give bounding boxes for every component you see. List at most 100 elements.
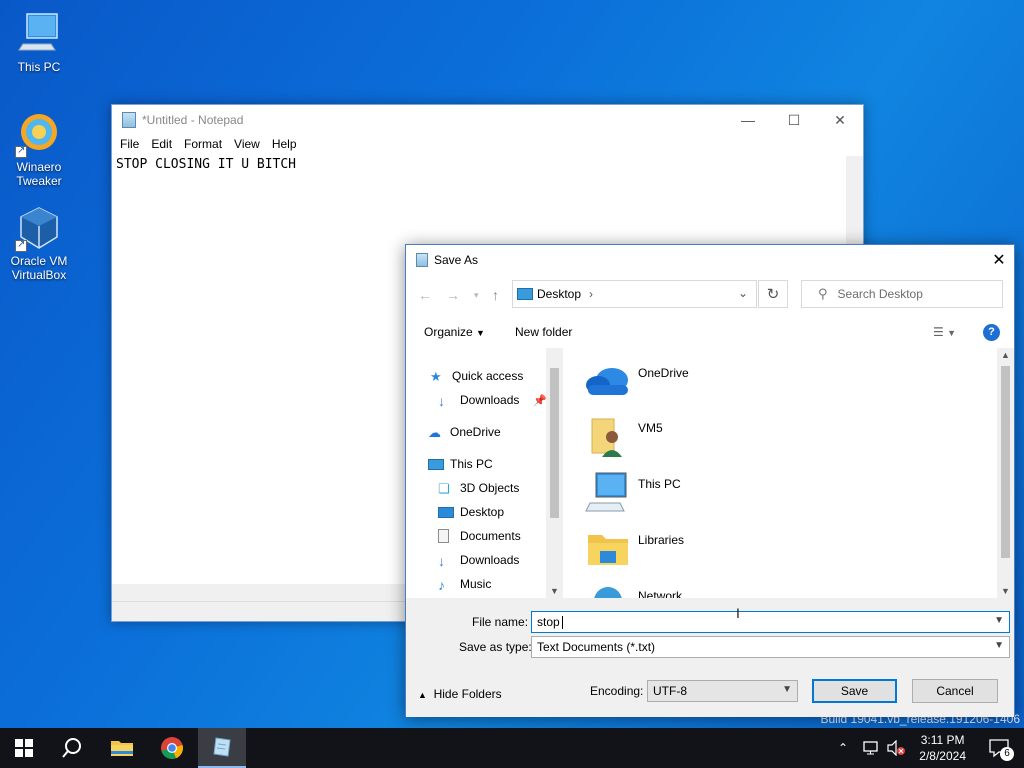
action-center-button[interactable]: 6 [988, 737, 1014, 761]
back-arrow-icon[interactable]: ← [418, 287, 432, 303]
notepad-text-area[interactable]: STOP CLOSING IT U BITCH [116, 157, 296, 172]
nav-item-onedrive[interactable]: ☁ OneDrive [428, 422, 501, 442]
virtualbox-icon [15, 204, 63, 252]
forward-arrow-icon[interactable]: → [446, 287, 460, 303]
save-button[interactable]: Save [812, 679, 897, 703]
network-tray-icon[interactable] [862, 728, 880, 768]
network-icon [584, 583, 632, 598]
notification-count: 6 [1000, 747, 1014, 761]
save-as-type-select[interactable]: Text Documents (*.txt) ▼ [531, 636, 1010, 658]
computer-icon [584, 471, 632, 515]
notepad-icon [122, 112, 136, 128]
address-bar[interactable]: Desktop › ⌄ [512, 280, 757, 308]
nav-item-downloads-pinned[interactable]: ↓ Downloads 📌 [438, 390, 547, 410]
computer-icon [15, 10, 63, 58]
scrollbar-thumb[interactable] [1001, 366, 1010, 558]
show-hidden-icons-button[interactable]: ⌃ [838, 728, 848, 768]
search-box[interactable]: ⚲ Search Desktop [801, 280, 1003, 308]
new-folder-button[interactable]: New folder [515, 325, 572, 339]
file-explorer-button[interactable] [98, 728, 146, 768]
scrollbar-thumb[interactable] [550, 368, 559, 518]
nav-item-label: Quick access [452, 369, 524, 383]
file-item-libraries[interactable]: Libraries [584, 527, 884, 579]
refresh-button[interactable]: ↻ [758, 280, 788, 308]
nav-item-label: 3D Objects [460, 481, 520, 495]
desktop-icon-this-pc[interactable]: This PC [1, 10, 77, 74]
search-button[interactable] [48, 728, 96, 768]
volume-muted-icon[interactable] [886, 728, 906, 768]
nav-item-music[interactable]: ♪ Music [438, 574, 491, 594]
search-placeholder: Search Desktop [837, 287, 923, 301]
recent-locations-icon[interactable]: ▾ [474, 290, 479, 301]
hide-folders-button[interactable]: ▲ Hide Folders [418, 687, 502, 701]
change-view-button[interactable]: ☰ ▼ [933, 325, 956, 339]
file-item-label: Libraries [638, 533, 685, 547]
address-location: Desktop [537, 287, 582, 301]
scroll-down-icon[interactable]: ▼ [1001, 586, 1010, 596]
star-icon: ★ [430, 369, 442, 384]
menu-edit[interactable]: Edit [151, 135, 180, 155]
chevron-right-icon[interactable]: › [589, 287, 593, 301]
close-button[interactable]: ✕ [817, 105, 863, 135]
windows-logo-icon [15, 739, 33, 757]
dialog-titlebar[interactable]: Save As [406, 245, 1014, 275]
music-note-icon: ♪ [438, 577, 445, 593]
encoding-select[interactable]: UTF-8 ▼ [647, 680, 798, 702]
file-list-scrollbar[interactable]: ▲ ▼ [997, 348, 1014, 598]
chevron-down-icon: ▼ [947, 328, 956, 338]
nav-item-documents[interactable]: Documents [438, 526, 521, 546]
chevron-down-icon[interactable]: ▼ [994, 615, 1004, 626]
nav-item-desktop[interactable]: Desktop [438, 502, 504, 522]
organize-button[interactable]: Organize ▼ [424, 325, 485, 339]
maximize-button[interactable]: ☐ [771, 105, 817, 135]
file-item-this-pc[interactable]: This PC [584, 471, 884, 523]
download-arrow-icon: ↓ [438, 553, 445, 569]
nav-item-quick-access[interactable]: ★ Quick access [430, 366, 523, 386]
file-item-network[interactable]: Network [584, 583, 884, 598]
search-icon [62, 738, 81, 758]
menu-help[interactable]: Help [272, 135, 305, 155]
clock-time: 3:11 PM [920, 733, 965, 747]
scroll-down-icon[interactable]: ▼ [550, 586, 559, 596]
nav-item-downloads[interactable]: ↓ Downloads [438, 550, 519, 570]
up-arrow-icon[interactable]: ↑ [492, 287, 499, 303]
menu-format[interactable]: Format [184, 135, 230, 155]
nav-item-label: Downloads [460, 393, 520, 407]
dialog-toolbar: Organize ▼ New folder ☰ ▼ ? [406, 319, 1014, 347]
file-item-vm5[interactable]: VM5 [584, 415, 884, 467]
file-item-onedrive[interactable]: OneDrive [584, 360, 884, 412]
notepad-icon [213, 737, 231, 757]
desktop-icon-winaero-tweaker[interactable]: Winaero Tweaker [1, 110, 77, 188]
dialog-close-button[interactable]: ✕ [984, 245, 1014, 275]
nav-item-3d-objects[interactable]: ❏ 3D Objects [438, 478, 519, 498]
desktop-icon-label: This PC [17, 60, 61, 74]
save-as-dialog: Save As ✕ ← → ▾ ↑ Desktop › ⌄ ↻ ⚲ Search… [405, 244, 1015, 717]
minimize-button[interactable]: — [725, 105, 771, 135]
view-list-icon: ☰ [932, 325, 944, 339]
scroll-up-icon[interactable]: ▲ [1001, 350, 1010, 360]
cloud-icon [584, 360, 632, 404]
start-button[interactable] [0, 728, 48, 768]
chevron-down-icon[interactable]: ⌄ [738, 286, 748, 300]
notepad-taskbar-button[interactable] [198, 728, 246, 768]
chevron-down-icon: ▼ [782, 684, 792, 695]
chevron-up-icon: ▲ [418, 690, 427, 700]
i-beam-cursor-icon: I [736, 605, 740, 621]
menu-view[interactable]: View [234, 135, 268, 155]
navigation-bar: ← → ▾ ↑ Desktop › ⌄ ↻ ⚲ Search Desktop [406, 279, 1014, 311]
system-clock[interactable]: 3:11 PM 2/8/2024 [919, 732, 966, 764]
encoding-label: Encoding: [590, 684, 644, 698]
taskbar: ⌃ 3:11 PM 2/8/2024 6 [0, 728, 1024, 768]
file-item-label: This PC [638, 477, 681, 491]
chrome-button[interactable] [148, 728, 196, 768]
folder-icon [111, 741, 133, 756]
desktop-icon-virtualbox[interactable]: Oracle VM VirtualBox [1, 204, 77, 282]
file-name-input[interactable]: stop ▼ [531, 611, 1010, 633]
text-caret [561, 615, 563, 629]
navigation-pane-scrollbar[interactable]: ▼ [546, 348, 563, 598]
hide-folders-label: Hide Folders [433, 687, 502, 701]
menu-file[interactable]: File [120, 135, 147, 155]
help-icon[interactable]: ? [983, 324, 1000, 341]
nav-item-this-pc[interactable]: This PC [428, 454, 493, 474]
cancel-button[interactable]: Cancel [912, 679, 998, 703]
